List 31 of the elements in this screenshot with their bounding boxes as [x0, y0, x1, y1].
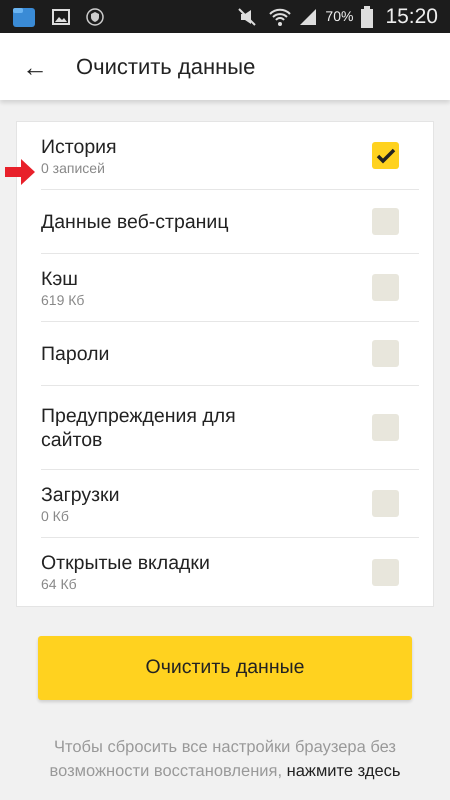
item-detail: 0 Кб [41, 506, 70, 524]
item-detail: 0 записей [41, 158, 106, 176]
checkbox[interactable] [372, 558, 399, 586]
back-button[interactable]: ← [22, 54, 48, 80]
checkbox[interactable] [372, 490, 399, 517]
signal-icon [299, 8, 318, 26]
checkbox[interactable] [372, 414, 399, 441]
clear-data-button[interactable]: Очистить данные [38, 636, 412, 700]
wifi-icon [269, 6, 292, 26]
battery-icon [361, 6, 374, 28]
checkbox[interactable] [372, 142, 399, 169]
clock: 15:20 [385, 4, 438, 30]
reset-hint: Чтобы сбросить все настройки браузера без возможности восстановления, нажмите здесь [48, 737, 402, 782]
reset-link[interactable]: нажмите здесь [286, 762, 400, 780]
item-label: Кэш [41, 266, 79, 290]
image-icon [52, 8, 70, 24]
item-label: Пароли [41, 342, 110, 366]
item-detail: 64 Кб [41, 575, 78, 593]
checkbox[interactable] [372, 274, 399, 301]
shield-icon [86, 8, 104, 26]
checkbox[interactable] [372, 208, 399, 235]
item-label: Данные веб-страниц [41, 210, 230, 234]
screen-title: Очистить данные [76, 53, 256, 81]
item-label: История [41, 134, 118, 158]
item-label: Загрузки [41, 482, 120, 506]
battery-percentage: 70% [325, 7, 354, 26]
item-label: Предупреждения для сайтов [41, 404, 237, 452]
item-label: Открытые вкладки [41, 551, 211, 575]
checkbox[interactable] [372, 340, 399, 367]
item-detail: 619 Кб [41, 290, 86, 308]
file-manager-icon [12, 6, 36, 28]
